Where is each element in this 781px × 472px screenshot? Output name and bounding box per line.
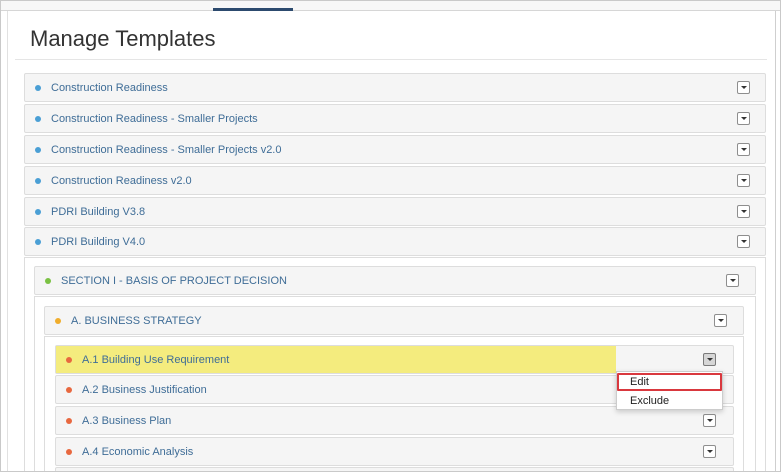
element-dropdown-icon[interactable]: [703, 352, 716, 366]
menu-item-edit[interactable]: Edit: [617, 373, 722, 391]
app-window: Manage Templates Construction Readiness …: [0, 0, 781, 472]
category-label[interactable]: A. BUSINESS STRATEGY: [71, 315, 202, 327]
template-dropdown-icon[interactable]: [737, 173, 750, 187]
template-status-dot: [35, 238, 41, 245]
element-status-dot: [66, 356, 72, 363]
template-label[interactable]: Construction Readiness - Smaller Project…: [51, 144, 281, 156]
element-label[interactable]: A.1 Building Use Requirement: [82, 354, 229, 366]
template-status-dot: [35, 115, 41, 122]
content-border-right: [775, 11, 776, 471]
template-status-dot: [35, 208, 41, 215]
template-row[interactable]: Construction Readiness: [24, 73, 766, 102]
template-dropdown-icon[interactable]: [737, 234, 750, 248]
template-status-dot: [35, 146, 41, 153]
element-row-partial: [55, 467, 734, 471]
template-label[interactable]: Construction Readiness v2.0: [51, 175, 192, 187]
template-label[interactable]: PDRI Building V3.8: [51, 206, 145, 218]
element-label[interactable]: A.2 Business Justification: [82, 384, 207, 396]
template-dropdown-icon[interactable]: [737, 111, 750, 125]
menu-item-exclude[interactable]: Exclude: [617, 392, 722, 410]
section-dropdown-icon[interactable]: [726, 273, 739, 287]
template-row-expanded[interactable]: PDRI Building V4.0: [24, 227, 766, 256]
template-label[interactable]: Construction Readiness: [51, 82, 168, 94]
template-label[interactable]: Construction Readiness - Smaller Project…: [51, 113, 258, 125]
template-row[interactable]: Construction Readiness v2.0: [24, 166, 766, 195]
section-row[interactable]: SECTION I - BASIS OF PROJECT DECISION: [34, 266, 756, 295]
template-status-dot: [35, 177, 41, 184]
template-row[interactable]: PDRI Building V3.8: [24, 197, 766, 226]
active-tab-indicator[interactable]: [213, 8, 293, 11]
element-status-dot: [66, 448, 72, 455]
element-label[interactable]: A.4 Economic Analysis: [82, 446, 193, 458]
element-label[interactable]: A.3 Business Plan: [82, 415, 171, 427]
section-label[interactable]: SECTION I - BASIS OF PROJECT DECISION: [61, 275, 287, 287]
top-tab-bar: [1, 1, 780, 11]
template-dropdown-icon[interactable]: [737, 80, 750, 94]
category-dropdown-icon[interactable]: [714, 313, 727, 327]
element-dropdown-icon[interactable]: [703, 413, 716, 427]
title-divider: [15, 59, 767, 60]
element-row-highlighted[interactable]: A.1 Building Use Requirement: [55, 345, 734, 374]
element-row[interactable]: A.4 Economic Analysis: [55, 437, 734, 466]
category-status-dot: [55, 317, 61, 324]
page-title: Manage Templates: [30, 26, 216, 51]
section-status-dot: [45, 277, 51, 284]
template-dropdown-icon[interactable]: [737, 204, 750, 218]
element-status-dot: [66, 386, 72, 393]
template-row[interactable]: Construction Readiness - Smaller Project…: [24, 104, 766, 133]
element-status-dot: [66, 417, 72, 424]
template-status-dot: [35, 84, 41, 91]
element-row[interactable]: A.3 Business Plan: [55, 406, 734, 435]
template-dropdown-icon[interactable]: [737, 142, 750, 156]
category-row[interactable]: A. BUSINESS STRATEGY: [44, 306, 744, 335]
element-dropdown-icon[interactable]: [703, 444, 716, 458]
element-actions-menu: Edit Exclude: [616, 371, 723, 410]
content-border-left: [7, 11, 8, 471]
template-row[interactable]: Construction Readiness - Smaller Project…: [24, 135, 766, 164]
template-label[interactable]: PDRI Building V4.0: [51, 236, 145, 248]
